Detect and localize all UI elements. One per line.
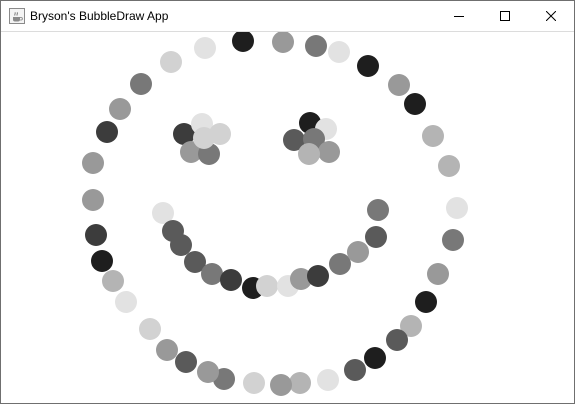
bubble <box>156 339 178 361</box>
bubble <box>415 291 437 313</box>
app-window: Bryson's BubbleDraw App <box>0 0 575 404</box>
minimize-button[interactable] <box>436 1 482 31</box>
bubble <box>193 127 215 149</box>
close-icon <box>546 11 556 21</box>
bubble <box>347 241 369 263</box>
bubble <box>115 291 137 313</box>
bubble <box>298 143 320 165</box>
bubble <box>365 226 387 248</box>
bubble <box>201 263 223 285</box>
bubble <box>344 359 366 381</box>
maximize-icon <box>500 11 510 21</box>
bubble <box>404 93 426 115</box>
bubble <box>109 98 131 120</box>
bubble <box>220 269 242 291</box>
bubble <box>91 250 113 272</box>
title-bar[interactable]: Bryson's BubbleDraw App <box>1 1 574 31</box>
bubble <box>427 263 449 285</box>
bubble <box>175 351 197 373</box>
bubble <box>243 372 265 394</box>
bubble <box>160 51 182 73</box>
bubble <box>442 229 464 251</box>
bubble <box>270 374 292 396</box>
close-button[interactable] <box>528 1 574 31</box>
bubble <box>85 224 107 246</box>
bubble <box>256 275 278 297</box>
bubble <box>438 155 460 177</box>
bubble <box>139 318 161 340</box>
drawing-canvas[interactable] <box>1 32 574 403</box>
bubble <box>130 73 152 95</box>
bubble <box>289 372 311 394</box>
bubble <box>194 37 216 59</box>
bubble <box>367 199 389 221</box>
bubble <box>318 141 340 163</box>
bubble <box>446 197 468 219</box>
maximize-button[interactable] <box>482 1 528 31</box>
java-cup-icon <box>9 8 25 24</box>
bubble <box>328 41 350 63</box>
bubble <box>388 74 410 96</box>
minimize-icon <box>454 11 464 21</box>
bubble <box>102 270 124 292</box>
bubble <box>305 35 327 57</box>
bubble <box>364 347 386 369</box>
bubble <box>329 253 351 275</box>
bubble <box>422 125 444 147</box>
bubble <box>232 32 254 52</box>
bubble <box>272 32 294 53</box>
bubble-drawing <box>82 32 468 396</box>
bubble <box>82 152 104 174</box>
bubble <box>307 265 329 287</box>
bubble <box>170 234 192 256</box>
bubble <box>82 189 104 211</box>
bubble <box>386 329 408 351</box>
window-title: Bryson's BubbleDraw App <box>30 9 169 23</box>
bubble <box>357 55 379 77</box>
bubble <box>317 369 339 391</box>
bubble <box>197 361 219 383</box>
bubble <box>96 121 118 143</box>
